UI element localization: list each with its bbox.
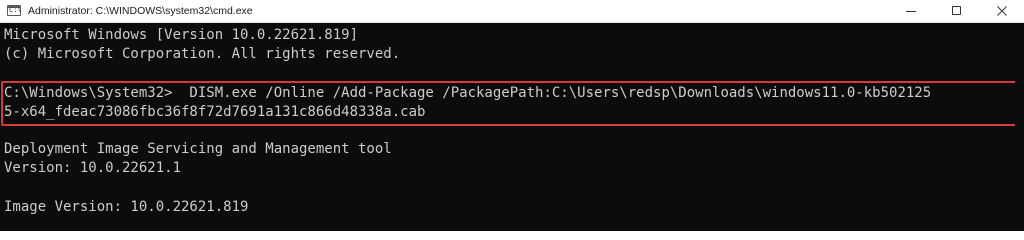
close-icon — [997, 6, 1007, 16]
console-line: Microsoft Windows [Version 10.0.22621.81… — [4, 27, 359, 43]
console-line: Deployment Image Servicing and Managemen… — [4, 141, 392, 157]
console-line: Image Version: 10.0.22621.819 — [4, 199, 249, 215]
console-output[interactable]: Microsoft Windows [Version 10.0.22621.81… — [0, 23, 1024, 231]
maximize-icon — [952, 6, 961, 15]
minimize-button[interactable] — [888, 0, 934, 22]
cmd-icon-glyph: C:\ — [9, 6, 22, 14]
scrollbar[interactable] — [1015, 23, 1024, 231]
console-line: Version: 10.0.22621.1 — [4, 160, 182, 176]
console-line: (c) Microsoft Corporation. All rights re… — [4, 46, 401, 62]
window-title: Administrator: C:\WINDOWS\system32\cmd.e… — [28, 5, 253, 17]
minimize-icon — [906, 11, 916, 12]
cmd-icon: C:\ — [7, 5, 22, 16]
command-highlight-box — [1, 81, 1017, 126]
cmd-window: C:\ Administrator: C:\WINDOWS\system32\c… — [0, 0, 1024, 231]
maximize-button[interactable] — [934, 0, 980, 22]
close-button[interactable] — [980, 0, 1024, 22]
title-bar[interactable]: C:\ Administrator: C:\WINDOWS\system32\c… — [0, 0, 1024, 23]
